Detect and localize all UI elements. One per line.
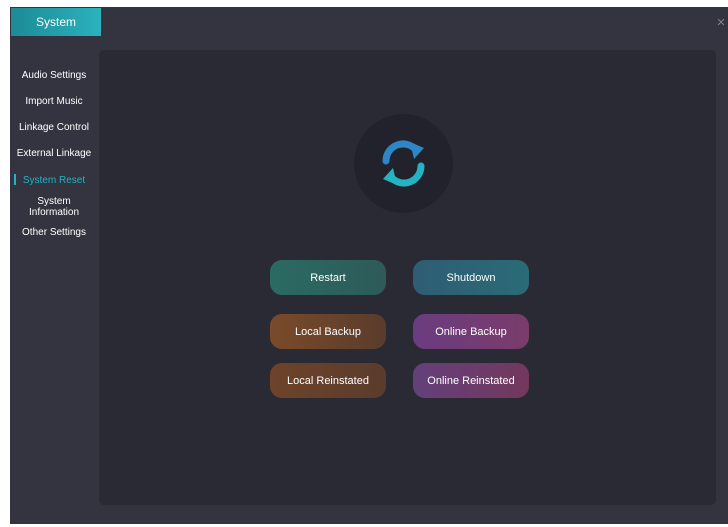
sidebar-item-external-linkage[interactable]: External Linkage bbox=[10, 144, 98, 162]
sidebar-item-system-reset[interactable]: System Reset bbox=[10, 171, 98, 189]
sidebar-item-label: Other Settings bbox=[22, 226, 86, 238]
shutdown-button[interactable]: Shutdown bbox=[413, 260, 529, 295]
system-window: System × Audio Settings Import Music Lin… bbox=[10, 7, 728, 524]
sidebar-item-label: Audio Settings bbox=[21, 69, 87, 81]
local-reinstated-button[interactable]: Local Reinstated bbox=[270, 363, 386, 398]
refresh-logo bbox=[354, 114, 453, 213]
title-bar: System × bbox=[10, 7, 728, 38]
online-backup-button[interactable]: Online Backup bbox=[413, 314, 529, 349]
sidebar-item-label: External Linkage bbox=[16, 147, 92, 159]
sidebar-item-import-music[interactable]: Import Music bbox=[10, 92, 98, 110]
system-reset-panel: Restart Shutdown Local Backup Online Bac… bbox=[99, 50, 716, 505]
sidebar-item-audio-settings[interactable]: Audio Settings bbox=[10, 66, 98, 84]
refresh-icon bbox=[382, 140, 425, 187]
sidebar-item-label: Linkage Control bbox=[18, 121, 90, 133]
sidebar-item-system-information[interactable]: System Information bbox=[10, 193, 98, 221]
restart-button[interactable]: Restart bbox=[270, 260, 386, 295]
sidebar-item-label: System Reset bbox=[22, 174, 86, 186]
window-title: System bbox=[35, 15, 76, 29]
sidebar-item-linkage-control[interactable]: Linkage Control bbox=[10, 118, 98, 136]
window-title-tab[interactable]: System bbox=[11, 8, 101, 36]
close-icon[interactable]: × bbox=[714, 15, 728, 30]
sidebar-item-label: System Information bbox=[28, 196, 80, 218]
local-backup-button[interactable]: Local Backup bbox=[270, 314, 386, 349]
sidebar-item-other-settings[interactable]: Other Settings bbox=[10, 223, 98, 241]
online-reinstated-button[interactable]: Online Reinstated bbox=[413, 363, 529, 398]
sidebar-item-label: Import Music bbox=[25, 95, 83, 107]
